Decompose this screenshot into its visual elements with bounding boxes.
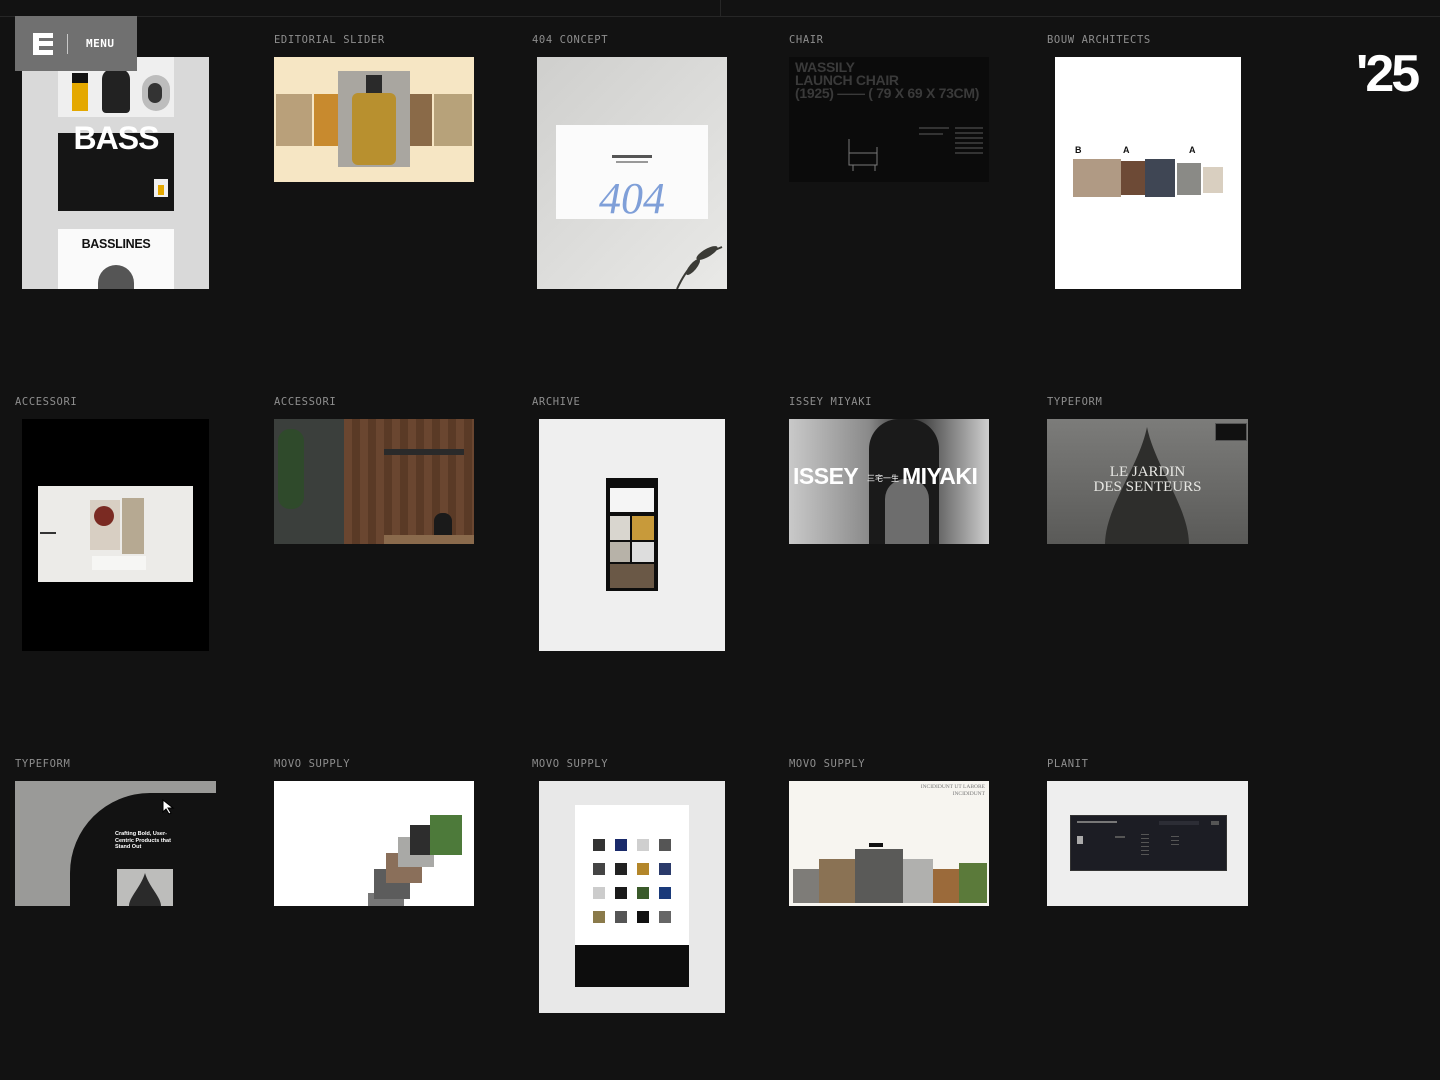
project-thumbnail-movo-collage[interactable] [274,781,474,906]
project-thumbnail-editorial-slider[interactable] [274,57,474,182]
thumb-cone-image [117,869,173,906]
project-label: TYPEFORM [1047,396,1103,408]
statue-image [903,859,933,903]
plant-icon [278,429,304,509]
thumb-issey-right: MIYAKI [902,463,978,489]
top-divider-tick [720,0,721,16]
project-thumbnail-chair[interactable]: WASSILY LAUNCH CHAIR (1925) —— ( 79 X 69… [789,57,989,182]
project-thumbnail-404-concept[interactable]: 404 [537,57,727,289]
project-thumbnail-typeform-jardin[interactable]: LE JARDIN DES SENTEURS [1047,419,1248,544]
slide-image-bottle [338,71,410,167]
thumb-newsletter-card [1070,815,1227,871]
person-figure [434,513,452,537]
project-thumbnail-planit[interactable] [1047,781,1248,906]
wood-wall [344,419,474,544]
slide-image [434,94,472,146]
thumb-footer [575,945,689,987]
thumb-issey-mark: 三宅一生 [867,474,899,483]
project-label: TYPEFORM [15,758,71,770]
thumb-movo-heading: INCIDIDUNT UT LABORE INCIDIDUNT [920,784,985,797]
thumb-jardin-line1: LE JARDIN [1109,464,1186,480]
menu-label: MENU [86,37,115,50]
slide-image [276,94,312,146]
thumb-chair-line3: (1925) —— ( 79 X 69 X 73CM) [795,85,980,101]
thumb-bouw-letter: A [1123,145,1130,155]
slide-image [314,94,338,146]
project-label: EDITORIAL SLIDER [274,34,385,46]
year-mark: '25 [1356,45,1420,103]
statue-image [959,863,987,903]
project-label: BOUW ARCHITECTS [1047,34,1151,46]
cursor-icon [161,798,175,815]
statue-image [819,859,855,903]
project-label: ACCESSORI [274,396,337,408]
thumb-basslines-card: BASSLINES [58,229,174,289]
project-label: ACCESSORI [15,396,78,408]
project-label: MOVO SUPPLY [789,758,866,770]
menu-divider [67,33,68,54]
project-image [1073,159,1121,197]
thumb-basslines-title: BASSLINES [81,237,151,251]
project-image [1121,161,1145,195]
thumb-404-card: 404 [556,125,708,223]
project-image [1177,163,1201,195]
project-label: 404 CONCEPT [532,34,609,46]
thumb-card [38,486,193,582]
thumb-404-code: 404 [599,174,665,223]
thumb-bass-title: BASS [73,120,160,156]
statue-image [855,849,903,903]
project-thumbnail-archive[interactable] [539,419,725,651]
project-thumbnail-typeform-bold[interactable]: Crafting Bold, User-Centric Products tha… [15,781,216,906]
project-label: CHAIR [789,34,824,46]
thumb-page [575,805,689,987]
top-divider [0,16,1440,17]
slide-image [410,94,432,146]
thumb-bouw-letter: B [1075,145,1082,155]
menu-button[interactable]: MENU [15,16,137,71]
brand-logo-icon [33,32,53,55]
project-thumbnail-movo-statues[interactable]: INCIDIDUNT UT LABORE INCIDIDUNT [789,781,989,906]
project-thumbnail-bass[interactable]: BASS BASSLINES [22,57,209,289]
project-label: MOVO SUPPLY [532,758,609,770]
thumb-typeform-headline: Crafting Bold, User-Centric Products tha… [115,831,171,850]
project-image [1145,159,1175,197]
project-thumbnail-accessori-office[interactable] [274,419,474,544]
thumb-issey-left: ISSEY [793,463,859,489]
project-thumbnail-bouw-architects[interactable]: B A A [1055,57,1241,289]
project-label: MOVO SUPPLY [274,758,351,770]
project-thumbnail-accessori-dark[interactable] [22,419,209,651]
thumb-jardin-line2: DES SENTEURS [1093,479,1202,495]
thumb-bouw-letter: A [1189,145,1196,155]
project-thumbnail-issey-miyaki[interactable]: ISSEY 三宅一生 MIYAKI [789,419,989,544]
thumb-preview-box [1215,423,1247,441]
plant-icon [667,227,727,289]
statue-image [933,869,959,903]
project-image [1203,167,1223,193]
project-thumbnail-movo-grid[interactable] [539,781,725,1013]
project-label: PLANIT [1047,758,1089,770]
phone-mockup [606,478,658,591]
statue-image [793,869,819,903]
collage-image [430,815,462,855]
project-label: ISSEY MIYAKI [789,396,873,408]
chair-icon [847,135,881,173]
project-label: ARCHIVE [532,396,581,408]
